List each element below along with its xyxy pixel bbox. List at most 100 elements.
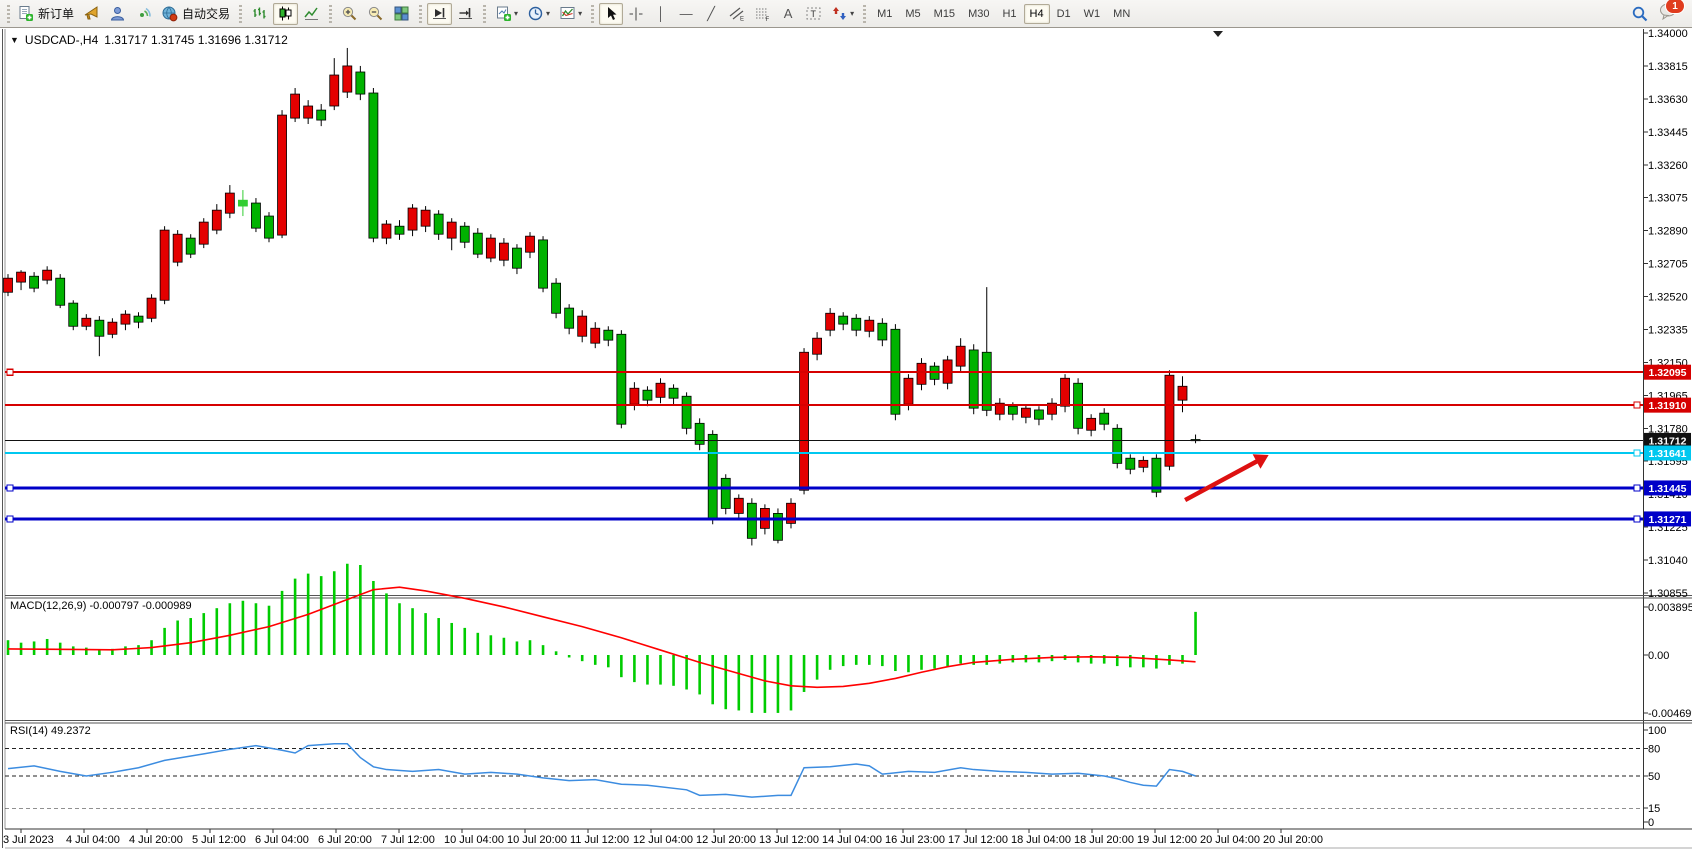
timeframe-button-m5[interactable]: M5 xyxy=(899,4,926,24)
candle-body xyxy=(1008,406,1017,414)
svg-text:0: 0 xyxy=(1648,817,1654,829)
chart-shift-button[interactable] xyxy=(453,3,478,25)
svg-text:11 Jul 12:00: 11 Jul 12:00 xyxy=(570,834,629,846)
search-icon[interactable] xyxy=(1631,5,1649,23)
cursor-button[interactable] xyxy=(599,3,623,25)
timeframe-button-h4[interactable]: H4 xyxy=(1024,4,1050,24)
timeframe-button-m30[interactable]: M30 xyxy=(962,4,995,24)
svg-text:50: 50 xyxy=(1648,771,1660,783)
toolbar-grip[interactable] xyxy=(419,5,422,23)
svg-text:6 Jul 04:00: 6 Jul 04:00 xyxy=(255,834,309,846)
auto-scroll-icon xyxy=(431,5,448,22)
svg-text:19 Jul 12:00: 19 Jul 12:00 xyxy=(1137,834,1197,846)
crosshair-button[interactable] xyxy=(624,3,648,25)
notifications-button[interactable]: 1 xyxy=(1659,2,1678,25)
candle-body xyxy=(251,203,260,228)
text-label-button[interactable]: T xyxy=(801,3,826,25)
svg-text:12 Jul 20:00: 12 Jul 20:00 xyxy=(696,834,756,846)
timeframe-button-d1[interactable]: D1 xyxy=(1051,4,1077,24)
toolbar-grip[interactable] xyxy=(329,5,332,23)
candlestick-chart-button[interactable] xyxy=(273,3,298,25)
dropdown-caret-icon: ▾ xyxy=(546,9,550,18)
indicators-button[interactable]: ▾ xyxy=(555,3,586,25)
line-handle[interactable] xyxy=(7,369,13,375)
svg-text:1.32520: 1.32520 xyxy=(1648,292,1688,304)
toolbar-grip[interactable] xyxy=(7,5,10,23)
symbol-dropdown-icon[interactable]: ▼ xyxy=(10,35,19,45)
svg-text:1.31910: 1.31910 xyxy=(1649,400,1687,412)
svg-text:-0.004699: -0.004699 xyxy=(1648,708,1692,720)
line-chart-icon xyxy=(303,5,320,22)
line-handle[interactable] xyxy=(7,516,13,522)
svg-text:1.33260: 1.33260 xyxy=(1648,160,1688,172)
candle-body xyxy=(1061,378,1070,406)
new-order-button[interactable]: 新订单 xyxy=(13,3,78,25)
svg-text:1.33630: 1.33630 xyxy=(1648,94,1688,106)
signal-icon xyxy=(135,5,152,22)
equidistant-channel-button[interactable]: E xyxy=(724,3,749,25)
toolbar-grip[interactable] xyxy=(863,5,866,23)
macd-indicator-label: MACD(12,26,9) -0.000797 -0.000989 xyxy=(10,600,192,612)
auto-trading-button[interactable]: 自动交易 xyxy=(157,3,234,25)
candle-body xyxy=(356,72,365,94)
toolbar-group-scroll xyxy=(424,0,481,28)
candle-body xyxy=(1178,386,1187,400)
fibonacci-button[interactable]: F xyxy=(750,3,775,25)
auto-trading-icon xyxy=(161,5,178,22)
new-chart-button[interactable]: ▾ xyxy=(491,3,522,25)
line-chart-button[interactable] xyxy=(299,3,324,25)
svg-text:13 Jul 12:00: 13 Jul 12:00 xyxy=(759,834,819,846)
timeframe-button-h1[interactable]: H1 xyxy=(996,4,1022,24)
profile-button[interactable] xyxy=(105,3,130,25)
candle-body xyxy=(839,316,848,324)
auto-scroll-button[interactable] xyxy=(427,3,452,25)
chart-canvas[interactable]: 1.340001.338151.336301.334451.332601.330… xyxy=(0,0,1692,852)
tile-windows-icon xyxy=(393,5,410,22)
dropdown-caret-icon: ▾ xyxy=(850,9,854,18)
timeframe-button-w1[interactable]: W1 xyxy=(1078,4,1107,24)
new-order-label: 新订单 xyxy=(38,5,74,22)
toolbar-grip[interactable] xyxy=(483,5,486,23)
timeframe-button-mn[interactable]: MN xyxy=(1107,4,1136,24)
svg-text:1.31271: 1.31271 xyxy=(1649,514,1687,526)
toolbar-grip[interactable] xyxy=(239,5,242,23)
chart-symbol-period: USDCAD-,H4 xyxy=(25,33,98,47)
timeframe-button-m15[interactable]: M15 xyxy=(928,4,961,24)
candle-body xyxy=(173,234,182,262)
indicators-icon xyxy=(559,5,576,22)
signals-button[interactable] xyxy=(131,3,156,25)
toolbar-group-zoom xyxy=(334,0,417,28)
trendline-button[interactable]: ╱ xyxy=(699,3,723,25)
vertical-line-button[interactable]: │ xyxy=(649,3,673,25)
line-handle[interactable] xyxy=(1634,402,1640,408)
auto-trading-label: 自动交易 xyxy=(182,5,230,22)
candle-body xyxy=(539,240,548,288)
candle-body xyxy=(982,352,991,410)
horn-icon xyxy=(83,5,100,22)
candle-body xyxy=(526,236,535,252)
svg-text:15: 15 xyxy=(1648,803,1660,815)
tile-windows-button[interactable] xyxy=(389,3,414,25)
svg-text:14 Jul 04:00: 14 Jul 04:00 xyxy=(822,834,882,846)
line-handle[interactable] xyxy=(1634,516,1640,522)
horizontal-line-button[interactable]: — xyxy=(674,3,698,25)
equidistant-channel-icon: E xyxy=(728,5,745,22)
bar-chart-button[interactable] xyxy=(247,3,272,25)
toolbar-grip[interactable] xyxy=(591,5,594,23)
text-button[interactable]: A xyxy=(776,3,800,25)
arrows-button[interactable]: ▾ xyxy=(827,3,858,25)
periodicity-button[interactable]: ▾ xyxy=(523,3,554,25)
svg-text:18 Jul 20:00: 18 Jul 20:00 xyxy=(1074,834,1134,846)
text-label-icon: T xyxy=(805,5,822,22)
line-handle[interactable] xyxy=(1634,450,1640,456)
horn-button[interactable] xyxy=(79,3,104,25)
candle-body xyxy=(69,303,78,326)
zoom-out-button[interactable] xyxy=(363,3,388,25)
svg-text:10 Jul 04:00: 10 Jul 04:00 xyxy=(444,834,504,846)
candle-body xyxy=(434,214,443,234)
line-handle[interactable] xyxy=(7,485,13,491)
candle-body xyxy=(225,193,234,213)
line-handle[interactable] xyxy=(1634,485,1640,491)
zoom-in-button[interactable] xyxy=(337,3,362,25)
timeframe-button-m1[interactable]: M1 xyxy=(871,4,898,24)
